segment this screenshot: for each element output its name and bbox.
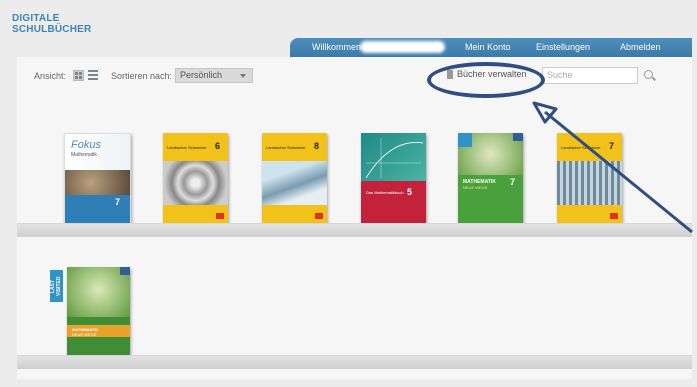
book-subtitle: NEUE WEGE	[72, 332, 97, 337]
book-fokus-mathematik-7[interactable]: Fokus Mathematik 7	[64, 133, 131, 225]
book-lambacher-schweizer-7[interactable]: Lambacher Schweizer 7	[557, 133, 622, 223]
book-title: Lambacher Schweizer	[561, 145, 601, 150]
book-number: 8	[314, 141, 320, 151]
shelf-1	[17, 223, 692, 237]
book-das-mathematikbuch-5[interactable]: Das Mathematikbuch 5	[361, 133, 426, 223]
book-number: 6	[215, 141, 221, 151]
book-number: 5	[407, 187, 413, 197]
book-number: 7	[115, 197, 121, 207]
app-logo: DIGITALE SCHULBÜCHER	[12, 13, 91, 35]
my-account-link[interactable]: Mein Konto	[465, 42, 511, 52]
toolbar: Ansicht: Sortieren nach: Persönlich Büch…	[17, 57, 692, 93]
book-lambacher-schweizer-6[interactable]: Lambacher Schweizer 6	[163, 133, 228, 223]
book-mathematik-neue-wege-7[interactable]: MATHEMATIK NEUE WEGE 7	[458, 133, 523, 223]
book-number: 7	[510, 177, 516, 187]
settings-link[interactable]: Einstellungen	[536, 42, 590, 52]
logo-line1: DIGITALE	[12, 13, 60, 24]
book-lambacher-schweizer-8[interactable]: Lambacher Schweizer 8	[262, 133, 327, 223]
book-mathematik-neue-wege-last-visited[interactable]: MATHEMATIK NEUE WEGE	[67, 267, 130, 355]
search-input[interactable]: Suche	[542, 67, 638, 84]
last-visited-badge: LAST VISITED	[50, 270, 63, 302]
book-title: Das Mathematikbuch	[366, 190, 404, 195]
book-title: Fokus	[71, 139, 101, 151]
book-subtitle: NEUE WEGE	[463, 185, 488, 190]
chevron-down-icon	[240, 74, 246, 78]
shelf-2	[17, 355, 692, 369]
welcome-text: Willkommen	[312, 42, 362, 52]
book-title: Lambacher Schweizer	[167, 145, 207, 150]
top-navigation-bar: Willkommen Mein Konto Einstellungen Abme…	[290, 38, 692, 57]
sort-label: Sortieren nach:	[111, 71, 173, 81]
book-number: 7	[609, 141, 615, 151]
grid-view-icon[interactable]	[73, 70, 84, 81]
sort-select-value: Persönlich	[180, 70, 223, 80]
book-subtitle: Mathematik	[71, 152, 97, 158]
list-view-icon[interactable]	[88, 70, 98, 80]
logout-link[interactable]: Abmelden	[620, 42, 661, 52]
book-title: Lambacher Schweizer	[266, 145, 306, 150]
search-icon[interactable]	[644, 70, 653, 79]
sort-select[interactable]: Persönlich	[175, 68, 253, 83]
view-label: Ansicht:	[34, 71, 67, 81]
annotation-ellipse	[427, 62, 545, 98]
logo-line2: SCHULBÜCHER	[12, 24, 92, 35]
redacted-username	[360, 41, 445, 53]
bookshelf-area: Ansicht: Sortieren nach: Persönlich Büch…	[17, 57, 692, 379]
